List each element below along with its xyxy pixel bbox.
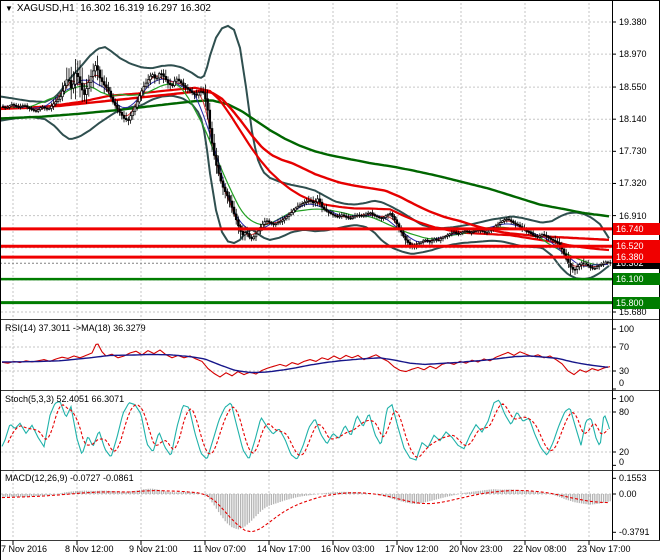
rsi-axis-label: 100: [619, 324, 635, 334]
rsi-pane-label: RSI(14) 37.3011 ->MA(18) 36.3279: [5, 323, 146, 333]
y-axis-label: 18.970: [619, 49, 647, 59]
x-axis-label: 20 Nov 23:00: [449, 544, 503, 554]
x-axis-label: 8 Nov 12:00: [65, 544, 114, 554]
y-axis-label: 16.910: [619, 211, 647, 221]
rsi-axis-label: 0: [619, 378, 625, 388]
y-axis-label: 19.380: [619, 17, 647, 27]
x-axis-label: 14 Nov 17:00: [257, 544, 311, 554]
stoch-axis-label: 100: [619, 394, 635, 404]
rsi-axis-label: 70: [619, 342, 630, 352]
rsi-axis-label: 30: [619, 366, 630, 376]
stoch-pane-label: Stoch(5,3,3) 52.4051 66.3071: [5, 394, 125, 404]
macd-axis-label: -0.3791: [619, 527, 650, 537]
x-axis-label: 17 Nov 12:00: [385, 544, 439, 554]
macd-pane-label: MACD(12,26,9) -0.0727 -0.0861: [5, 473, 134, 483]
x-axis-label: 7 Nov 2016: [1, 544, 48, 554]
price-level-badge-15.800[interactable]: 15.800: [613, 297, 660, 309]
x-axis-label: 22 Nov 08:00: [513, 544, 567, 554]
y-axis-label: 18.140: [619, 114, 647, 124]
labels-layer: ▼ XAGUSD,H1 16.302 16.319 16.297 16.302 R…: [0, 0, 660, 560]
chart-title: ▼ XAGUSD,H1 16.302 16.319 16.297 16.302: [5, 3, 211, 14]
y-axis-label: 17.730: [619, 146, 647, 156]
x-axis-label: 16 Nov 03:00: [321, 544, 375, 554]
y-axis-label: 18.550: [619, 82, 647, 92]
price-level-badge-16.100[interactable]: 16.100: [613, 273, 660, 285]
chart-window: ▼ XAGUSD,H1 16.302 16.319 16.297 16.302 R…: [0, 0, 660, 560]
symbol-dropdown-icon[interactable]: ▼: [5, 4, 13, 13]
chart-title-quotes: 16.302 16.319 16.297 16.302: [80, 3, 211, 14]
macd-axis-label: 0.1553: [619, 473, 647, 483]
macd-axis-label: 0.00: [619, 489, 637, 499]
chart-title-symbol: XAGUSD,H1: [16, 3, 75, 14]
stoch-axis-label: 80: [619, 407, 630, 417]
price-level-badge-16.380[interactable]: 16.380: [613, 251, 660, 263]
price-level-badge-16.740[interactable]: 16.740: [613, 223, 660, 235]
x-axis-label: 23 Nov 17:00: [577, 544, 631, 554]
stoch-axis-label: 0: [619, 457, 625, 467]
y-axis-label: 17.320: [619, 178, 647, 188]
x-axis-label: 11 Nov 07:00: [193, 544, 246, 554]
x-axis-label: 9 Nov 21:00: [129, 544, 178, 554]
